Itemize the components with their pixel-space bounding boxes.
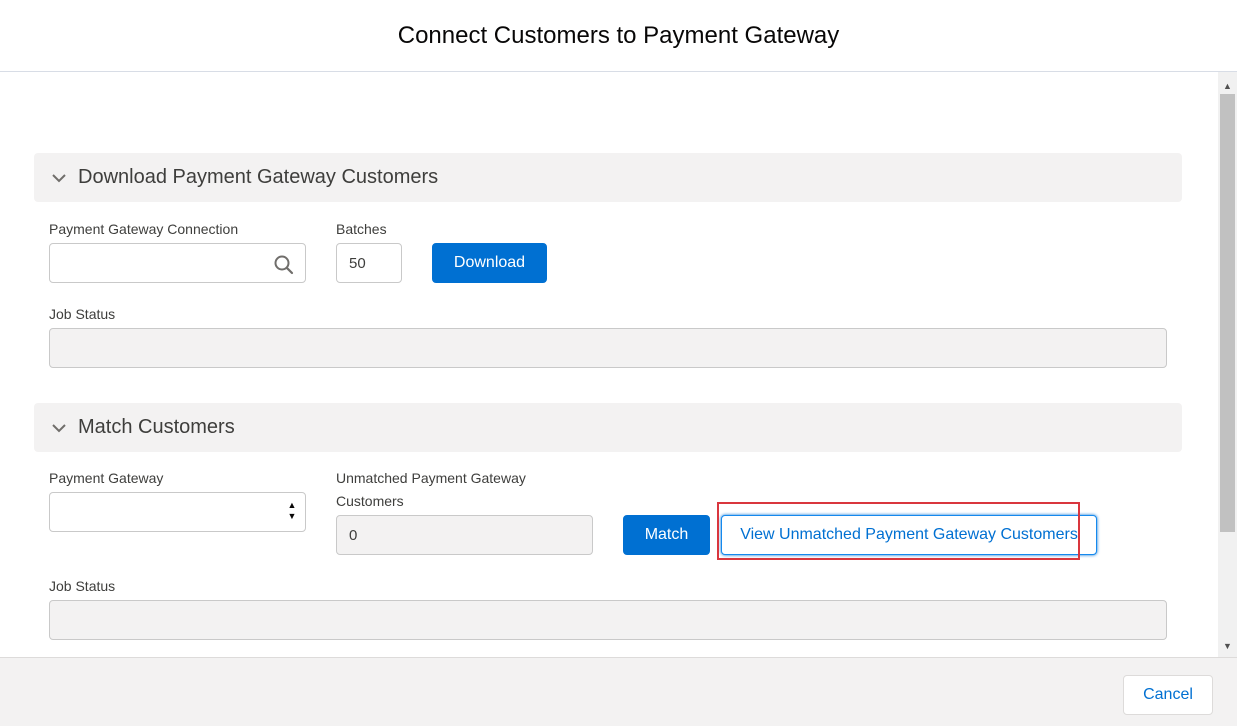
cancel-button[interactable]: Cancel — [1123, 675, 1213, 715]
chevron-down-icon[interactable] — [50, 419, 68, 437]
section-title-download: Download Payment Gateway Customers — [78, 166, 439, 188]
modal-body: Download Payment Gateway Customers Payme… — [0, 72, 1218, 657]
unmatched-label-line2: Customers — [336, 493, 404, 509]
section-title-match: Match Customers — [78, 416, 235, 438]
unmatched-label-line1: Unmatched Payment Gateway — [336, 470, 526, 486]
section-header-match[interactable]: Match Customers — [34, 403, 1182, 452]
batches-label: Batches — [336, 221, 387, 237]
modal-title: Connect Customers to Payment Gateway — [397, 21, 840, 49]
modal-footer: Cancel — [0, 657, 1237, 726]
scroll-thumb[interactable] — [1220, 94, 1235, 532]
section-header-download[interactable]: Download Payment Gateway Customers — [34, 153, 1182, 202]
job-status-label-download: Job Status — [49, 306, 116, 322]
payment-gateway-select[interactable] — [49, 492, 306, 532]
payment-gateway-label: Payment Gateway — [49, 470, 164, 486]
vertical-scrollbar[interactable]: ▲ ▼ — [1218, 72, 1237, 657]
chevron-down-icon[interactable] — [50, 169, 68, 187]
highlight-box — [717, 502, 1080, 560]
job-status-label-match: Job Status — [49, 578, 116, 594]
job-status-field-download — [49, 328, 1167, 368]
batches-input[interactable] — [336, 243, 402, 283]
search-icon[interactable] — [273, 254, 295, 276]
scroll-up-icon[interactable]: ▲ — [1218, 76, 1237, 95]
download-button[interactable]: Download — [432, 243, 547, 283]
scroll-down-icon[interactable]: ▼ — [1218, 636, 1237, 655]
modal-header: Connect Customers to Payment Gateway — [0, 0, 1237, 72]
payment-gateway-connection-input[interactable] — [49, 243, 306, 283]
match-button[interactable]: Match — [623, 515, 710, 555]
select-arrows-icon[interactable]: ▲ ▼ — [287, 500, 297, 522]
unmatched-count-field — [336, 515, 593, 555]
connection-label: Payment Gateway Connection — [49, 221, 239, 237]
job-status-field-match — [49, 600, 1167, 640]
